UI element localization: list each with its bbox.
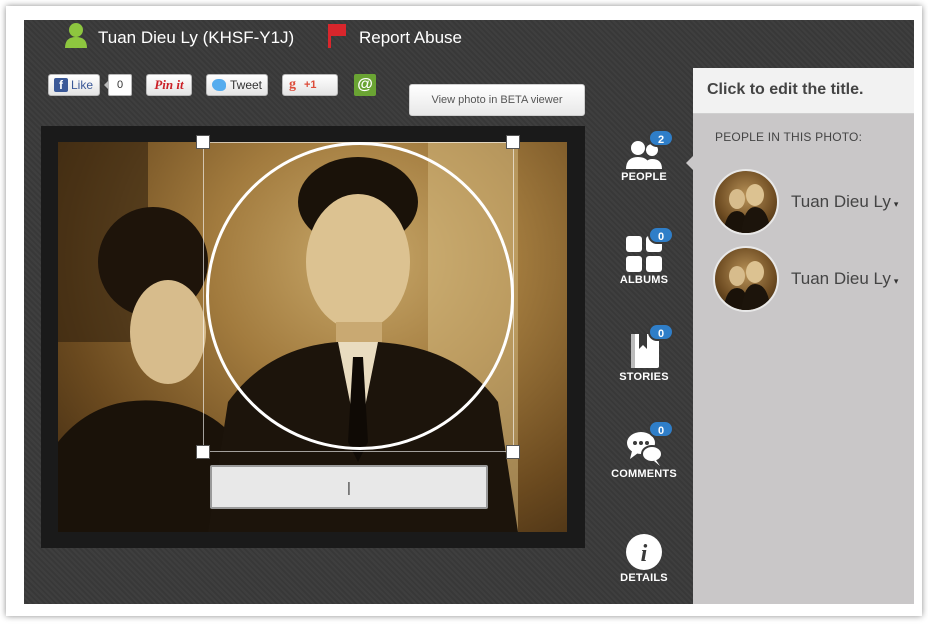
comments-label: COMMENTS	[611, 468, 677, 480]
photo-viewer-app: Tuan Dieu Ly (KHSF-Y1J) Report Abuse f L…	[24, 20, 914, 604]
top-bar: Tuan Dieu Ly (KHSF-Y1J) Report Abuse	[24, 20, 914, 56]
people-panel: Click to edit the title. PEOPLE IN THIS …	[693, 68, 914, 604]
rail-people[interactable]: 2 PEOPLE	[606, 129, 682, 183]
facebook-like-button[interactable]: f Like	[48, 74, 100, 96]
comments-count-badge: 0	[648, 420, 674, 438]
person-name-link[interactable]: Tuan Dieu Ly (KHSF-Y1J)	[98, 28, 294, 48]
twitter-bird-icon	[212, 79, 226, 91]
facebook-icon: f	[54, 78, 68, 92]
like-count: 0	[104, 74, 132, 96]
tagged-person-name-text: Tuan Dieu Ly	[791, 269, 891, 288]
email-share-button[interactable]: @	[354, 74, 376, 96]
dropdown-caret-icon[interactable]: ▾	[894, 199, 899, 209]
pin-label: Pin it	[154, 77, 184, 92]
rail-comments[interactable]: 0 COMMENTS	[606, 420, 682, 480]
google-plus-button[interactable]: g +1	[282, 74, 338, 96]
like-label: Like	[71, 78, 94, 92]
tagged-person-name[interactable]: Tuan Dieu Ly ▾	[791, 269, 898, 289]
photo-title-editable[interactable]: Click to edit the title.	[693, 68, 914, 114]
tweet-button[interactable]: Tweet	[206, 74, 268, 96]
albums-label: ALBUMS	[619, 274, 669, 286]
people-count-badge: 2	[648, 129, 674, 147]
tagged-person-name-text: Tuan Dieu Ly	[791, 192, 891, 211]
tagged-person-row[interactable]: Tuan Dieu Ly ▾	[713, 245, 913, 313]
stories-label: STORIES	[619, 371, 669, 383]
tagged-person-name[interactable]: Tuan Dieu Ly ▾	[791, 192, 898, 212]
resize-handle-bottom-left[interactable]	[196, 445, 210, 459]
tag-name-input[interactable]	[210, 465, 488, 509]
gplus-label: +1	[304, 79, 317, 91]
rail-stories[interactable]: 0 STORIES	[606, 323, 682, 383]
resize-handle-top-left[interactable]	[196, 135, 210, 149]
info-glyph: i	[641, 541, 648, 567]
tagged-person-row[interactable]: Tuan Dieu Ly ▾	[713, 168, 913, 236]
info-icon: i	[626, 534, 662, 570]
people-in-photo-heading: PEOPLE IN THIS PHOTO:	[715, 130, 863, 144]
face-circle	[206, 142, 514, 450]
avatar	[713, 246, 779, 312]
avatar	[713, 169, 779, 235]
avatar-thumbnail	[723, 261, 771, 310]
person-icon	[65, 23, 87, 48]
report-abuse-link[interactable]: Report Abuse	[359, 28, 462, 48]
rail-details[interactable]: i DETAILS	[606, 532, 682, 584]
tweet-label: Tweet	[230, 78, 263, 92]
beta-viewer-button[interactable]: View photo in BETA viewer	[409, 84, 585, 116]
google-g-icon: g	[289, 77, 296, 92]
window-frame: Tuan Dieu Ly (KHSF-Y1J) Report Abuse f L…	[6, 6, 922, 616]
resize-handle-top-right[interactable]	[506, 135, 520, 149]
dropdown-caret-icon[interactable]: ▾	[894, 276, 899, 286]
rail-albums[interactable]: 0 ALBUMS	[606, 226, 682, 286]
people-label: PEOPLE	[621, 171, 667, 183]
pinterest-button[interactable]: Pin it	[146, 74, 192, 96]
stories-count-badge: 0	[648, 323, 674, 341]
details-label: DETAILS	[620, 572, 668, 584]
avatar-thumbnail	[723, 184, 771, 233]
resize-handle-bottom-right[interactable]	[506, 445, 520, 459]
albums-count-badge: 0	[648, 226, 674, 244]
flag-icon	[328, 24, 346, 48]
